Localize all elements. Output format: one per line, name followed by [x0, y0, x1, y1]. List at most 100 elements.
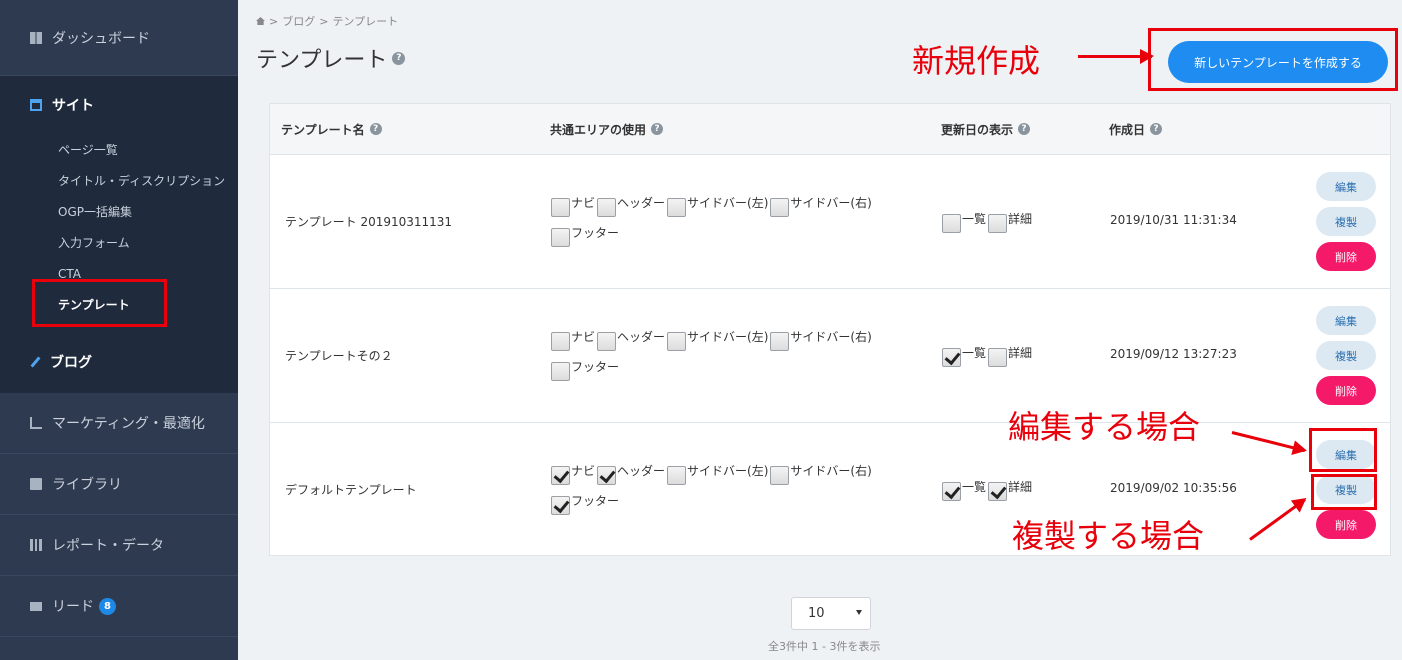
checkbox[interactable]: [597, 466, 617, 485]
area-checkbox-item[interactable]: ヘッダー: [597, 463, 665, 485]
area-checkbox-item[interactable]: ヘッダー: [597, 329, 665, 351]
nav-site[interactable]: サイト: [0, 76, 238, 134]
area-checkbox-item[interactable]: サイドバー(左): [667, 329, 768, 351]
dashboard-icon: [30, 31, 42, 44]
checkbox[interactable]: [770, 198, 790, 217]
mail-icon: [30, 601, 42, 611]
checkbox[interactable]: [770, 332, 790, 351]
checkbox[interactable]: [942, 214, 961, 233]
header-created: 作成日?: [1109, 121, 1163, 138]
delete-button[interactable]: 削除: [1316, 376, 1376, 405]
area-checkbox-item[interactable]: ヘッダー: [597, 195, 665, 217]
update-checkbox-item[interactable]: 一覧: [942, 345, 986, 367]
checkbox-label: サイドバー(左): [687, 464, 769, 478]
area-checkbox-item[interactable]: サイドバー(左): [667, 195, 768, 217]
annotation-copy: 複製する場合: [1012, 517, 1205, 555]
copy-button[interactable]: 複製: [1316, 341, 1376, 370]
checkbox-label: フッター: [571, 226, 620, 240]
checkbox[interactable]: [667, 332, 687, 351]
checkbox[interactable]: [597, 198, 617, 217]
checkbox[interactable]: [551, 496, 570, 515]
checkbox[interactable]: [597, 332, 617, 351]
checkbox-label: ヘッダー: [617, 464, 666, 478]
area-checkbox-item[interactable]: サイドバー(左): [667, 463, 768, 485]
nav-dashboard[interactable]: ダッシュボード: [0, 0, 238, 76]
delete-button[interactable]: 削除: [1316, 242, 1376, 271]
header-areas-label: 共通エリアの使用: [550, 122, 647, 137]
template-table: テンプレート名? 共通エリアの使用? 更新日の表示? 作成日? テンプレート 2…: [269, 103, 1391, 556]
area-checkbox-item[interactable]: ナビ: [551, 195, 595, 217]
checkbox[interactable]: [667, 198, 687, 217]
area-checkbox-item[interactable]: ナビ: [551, 329, 595, 351]
update-checkboxes: 一覧 詳細: [942, 345, 1034, 367]
checkbox[interactable]: [942, 482, 961, 501]
nav-library[interactable]: ライブラリ: [0, 454, 238, 515]
trend-icon: [30, 417, 42, 429]
nav-report[interactable]: レポート・データ: [0, 515, 238, 576]
header-update-label: 更新日の表示: [941, 122, 1014, 137]
annotation-box-copy: [1311, 474, 1377, 510]
row-actions: 編集 複製 削除: [1316, 306, 1376, 405]
checkbox[interactable]: [667, 466, 687, 485]
area-checkbox-item[interactable]: サイドバー(右): [770, 195, 872, 217]
breadcrumb-sep: >: [319, 14, 329, 28]
update-checkbox-item[interactable]: 詳細: [988, 345, 1032, 367]
pencil-icon: [30, 356, 41, 368]
checkbox[interactable]: [942, 348, 961, 367]
edit-button[interactable]: 編集: [1316, 306, 1376, 335]
home-icon[interactable]: [256, 17, 265, 25]
help-icon[interactable]: ?: [369, 123, 382, 135]
update-checkbox-item[interactable]: 詳細: [988, 479, 1032, 501]
edit-button[interactable]: 編集: [1316, 172, 1376, 201]
update-checkboxes: 一覧 詳細: [942, 211, 1034, 233]
delete-button[interactable]: 削除: [1316, 510, 1376, 539]
area-checkbox-item[interactable]: フッター: [551, 493, 619, 515]
area-checkboxes: ナビ ヘッダー サイドバー(左) サイドバー(右) フッター: [551, 463, 891, 515]
nav-marketing[interactable]: マーケティング・最適化: [0, 393, 238, 454]
checkbox[interactable]: [988, 348, 1008, 367]
area-checkbox-item[interactable]: サイドバー(右): [770, 329, 872, 351]
row-actions: 編集 複製 削除: [1316, 172, 1376, 271]
update-checkbox-item[interactable]: 一覧: [942, 211, 986, 233]
copy-button[interactable]: 複製: [1316, 207, 1376, 236]
created-date: 2019/09/02 10:35:56: [1110, 481, 1237, 495]
help-icon[interactable]: ?: [651, 123, 664, 135]
help-icon[interactable]: ?: [392, 51, 406, 65]
checkbox-label: 詳細: [1008, 480, 1033, 494]
checkbox[interactable]: [551, 362, 570, 381]
nav-dashboard-label: ダッシュボード: [52, 30, 150, 47]
template-name: テンプレートその２: [285, 349, 393, 363]
help-icon[interactable]: ?: [1018, 123, 1031, 135]
area-checkbox-item[interactable]: フッター: [551, 225, 619, 247]
checkbox[interactable]: [988, 482, 1008, 501]
nav-lead[interactable]: リード 8: [0, 576, 238, 637]
image-icon: [30, 478, 42, 490]
help-icon[interactable]: ?: [1150, 123, 1163, 135]
chevron-down-icon: [856, 610, 862, 615]
per-page-select[interactable]: 10: [791, 597, 871, 630]
sidebar-item-ogp[interactable]: OGP一括編集: [0, 196, 238, 227]
update-checkbox-item[interactable]: 詳細: [988, 211, 1032, 233]
area-checkbox-item[interactable]: ナビ: [551, 463, 595, 485]
checkbox-label: フッター: [571, 360, 620, 374]
checkbox-label: サイドバー(右): [790, 196, 872, 210]
checkbox[interactable]: [551, 332, 570, 351]
table-row: テンプレート 201910311131 ナビ ヘッダー サイドバー(左) サイドバー(右…: [270, 155, 1390, 289]
nav-blog[interactable]: ブログ: [0, 331, 238, 393]
checkbox[interactable]: [551, 228, 570, 247]
checkbox[interactable]: [551, 466, 570, 485]
header-areas: 共通エリアの使用?: [550, 121, 664, 138]
created-date: 2019/10/31 11:31:34: [1110, 213, 1237, 227]
checkbox[interactable]: [988, 214, 1008, 233]
sidebar-item-forms[interactable]: 入力フォーム: [0, 227, 238, 258]
area-checkbox-item[interactable]: フッター: [551, 359, 619, 381]
update-checkbox-item[interactable]: 一覧: [942, 479, 986, 501]
breadcrumb-blog[interactable]: ブログ: [282, 13, 315, 29]
checkbox[interactable]: [551, 198, 570, 217]
sidebar-item-title-description[interactable]: タイトル・ディスクリプション: [0, 165, 238, 196]
checkbox-label: ナビ: [571, 196, 596, 210]
sidebar-item-pages[interactable]: ページ一覧: [0, 134, 238, 165]
area-checkbox-item[interactable]: サイドバー(右): [770, 463, 872, 485]
checkbox[interactable]: [770, 466, 790, 485]
checkbox-label: 詳細: [1008, 212, 1033, 226]
